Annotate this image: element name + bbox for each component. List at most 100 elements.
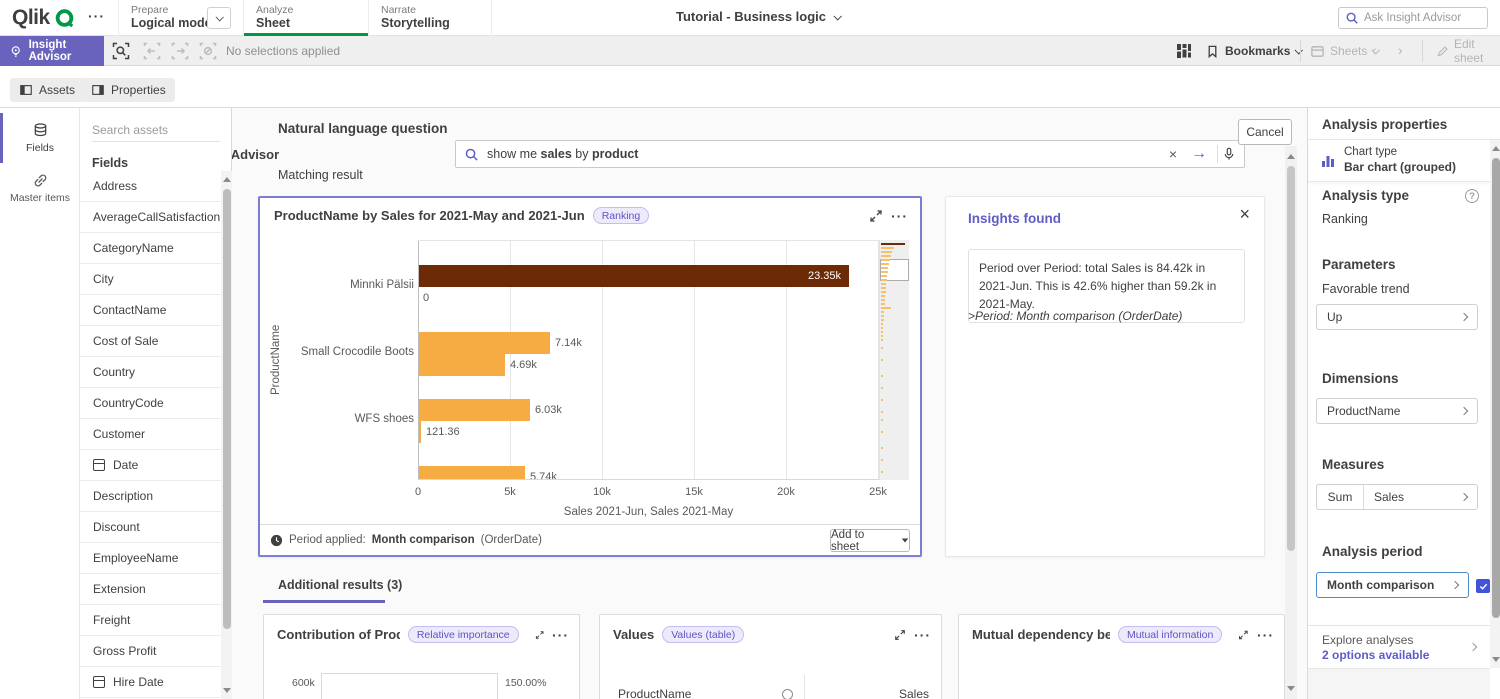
cancel-button[interactable]: Cancel <box>1238 119 1292 145</box>
scroll-down-arrow[interactable] <box>223 688 231 693</box>
nlq-search-bar[interactable]: show me sales by product × → <box>455 140 1245 168</box>
field-item-contactname[interactable]: ContactName <box>80 295 222 326</box>
minimap-bar <box>881 259 890 261</box>
field-item-address[interactable]: Address <box>80 171 222 202</box>
next-sheet-arrow[interactable]: › <box>1398 42 1403 58</box>
field-item-cost-of-sale[interactable]: Cost of Sale <box>80 326 222 357</box>
ask-insight-advisor-search[interactable] <box>1338 7 1488 29</box>
scrollbar-thumb[interactable] <box>223 189 231 629</box>
field-item-gross-profit[interactable]: Gross Profit <box>80 636 222 667</box>
chart-bar[interactable] <box>419 354 505 376</box>
chart-bar[interactable] <box>419 332 550 354</box>
expand-icon[interactable] <box>535 629 544 641</box>
chart-bar[interactable] <box>419 421 421 443</box>
measure-button[interactable]: Sum Sales <box>1316 484 1478 510</box>
dimension-button[interactable]: ProductName <box>1316 398 1478 424</box>
chart-bar[interactable] <box>419 265 849 287</box>
qlik-logo[interactable]: Qlik <box>12 6 75 30</box>
field-item-country[interactable]: Country <box>80 357 222 388</box>
clear-selections-icon[interactable] <box>198 41 218 61</box>
expand-icon[interactable] <box>869 209 883 223</box>
chart-bar[interactable] <box>419 399 530 421</box>
analysis-type-badge: Ranking <box>593 207 650 224</box>
scroll-up-arrow[interactable] <box>1492 146 1500 151</box>
previous-sheet-arrow[interactable]: ‹ <box>1372 42 1377 58</box>
field-item-description[interactable]: Description <box>80 481 222 512</box>
column-search-icon[interactable] <box>782 689 793 699</box>
tab-additional-results[interactable]: Additional results (3) <box>278 578 402 592</box>
selections-search-icon[interactable] <box>111 41 131 61</box>
field-item-employeename[interactable]: EmployeeName <box>80 543 222 574</box>
chart-minimap[interactable] <box>879 240 909 480</box>
expand-icon[interactable] <box>1238 629 1249 641</box>
global-menu-button[interactable]: ··· <box>88 8 105 24</box>
field-item-date[interactable]: Date <box>80 450 222 481</box>
chart-menu-icon[interactable]: ··· <box>891 208 908 224</box>
step-back-icon[interactable] <box>142 41 162 61</box>
field-item-categoryname[interactable]: CategoryName <box>80 233 222 264</box>
bookmarks-button[interactable]: Bookmarks <box>1205 36 1301 66</box>
bar-chart-plot-area[interactable]: 23.35k07.14k4.69k6.03k121.365.74k <box>418 240 879 480</box>
scrollbar-thumb[interactable] <box>1492 158 1500 618</box>
card-menu-icon[interactable]: ··· <box>1257 627 1274 643</box>
additional-card-values-table[interactable]: Values Values (table) ··· ProductName Sa… <box>599 614 942 699</box>
properties-toggle-button[interactable]: Properties <box>82 78 175 102</box>
chart-bar[interactable] <box>419 466 525 480</box>
analysis-period-checkbox[interactable] <box>1476 579 1490 593</box>
explore-analyses-label: Explore analyses <box>1322 633 1413 647</box>
field-item-extension[interactable]: Extension <box>80 574 222 605</box>
field-item-averagecallsatisfaction[interactable]: AverageCallSatisfaction <box>80 202 222 233</box>
prepare-dropdown-button[interactable] <box>207 7 231 29</box>
scrollbar[interactable] <box>1490 140 1500 668</box>
edit-sheet-button[interactable]: Edit sheet <box>1436 36 1500 66</box>
analysis-period-button[interactable]: Month comparison <box>1316 572 1469 598</box>
step-forward-icon[interactable] <box>170 41 190 61</box>
search-icon <box>1345 11 1359 25</box>
calendar-icon <box>93 676 105 688</box>
expand-icon[interactable] <box>894 629 906 641</box>
explore-analyses-row[interactable]: Explore analyses 2 options available <box>1308 625 1490 668</box>
field-label: AverageCallSatisfaction <box>93 210 220 224</box>
scrollbar[interactable] <box>221 171 232 699</box>
submit-query-arrow-icon[interactable]: → <box>1185 145 1213 163</box>
add-to-sheet-button[interactable]: Add to sheet <box>830 529 910 552</box>
rail-item-fields[interactable]: Fields <box>0 113 80 163</box>
search-assets-input[interactable] <box>92 118 220 142</box>
help-icon[interactable]: ? <box>1465 189 1479 203</box>
additional-card-contribution[interactable]: Contribution of Product... Relative impo… <box>263 614 580 699</box>
ask-insight-advisor-input[interactable] <box>1364 12 1474 24</box>
app-objects-grid-icon[interactable] <box>1174 41 1194 61</box>
additional-card-mutual-dependency[interactable]: Mutual dependency bet... Mutual informat… <box>958 614 1285 699</box>
scroll-up-arrow[interactable] <box>1287 154 1295 159</box>
scroll-up-arrow[interactable] <box>223 177 231 182</box>
card-menu-icon[interactable]: ··· <box>552 627 569 643</box>
assets-toggle-button[interactable]: Assets <box>10 78 84 102</box>
matching-result-chart-card[interactable]: ProductName by Sales for 2021-May and 20… <box>258 196 922 557</box>
tab-analyze[interactable]: Analyze Sheet <box>243 0 368 36</box>
field-item-freight[interactable]: Freight <box>80 605 222 636</box>
app-title-menu[interactable]: Tutorial - Business logic <box>676 9 840 24</box>
field-item-discount[interactable]: Discount <box>80 512 222 543</box>
measure-aggregation[interactable]: Sum <box>1317 485 1364 509</box>
nlq-query-text[interactable]: show me sales by product <box>479 147 1161 161</box>
field-item-countrycode[interactable]: CountryCode <box>80 388 222 419</box>
field-item-customer[interactable]: Customer <box>80 419 222 450</box>
sheets-button[interactable]: Sheets <box>1310 36 1378 66</box>
field-item-city[interactable]: City <box>80 264 222 295</box>
scroll-down-arrow[interactable] <box>1287 686 1295 691</box>
favorable-trend-button[interactable]: Up <box>1316 304 1478 330</box>
clear-query-icon[interactable]: × <box>1161 146 1185 162</box>
table-column-productname[interactable]: ProductName <box>618 687 691 699</box>
field-item-hire-date[interactable]: Hire Date <box>80 667 222 698</box>
scrollbar-thumb[interactable] <box>1287 166 1295 551</box>
card-menu-icon[interactable]: ··· <box>914 627 931 643</box>
insight-advisor-button[interactable]: Insight Advisor <box>0 36 104 66</box>
tab-narrate[interactable]: Narrate Storytelling <box>368 0 492 36</box>
microphone-icon[interactable] <box>1222 147 1236 161</box>
table-column-sales[interactable]: Sales <box>899 687 929 699</box>
close-icon[interactable]: × <box>1239 205 1250 223</box>
scrollbar[interactable] <box>1285 146 1297 699</box>
scroll-down-arrow[interactable] <box>1492 657 1500 662</box>
rail-item-master-items[interactable]: Master items <box>0 163 80 213</box>
chart-type-row[interactable]: Chart type Bar chart (grouped) <box>1308 140 1490 182</box>
